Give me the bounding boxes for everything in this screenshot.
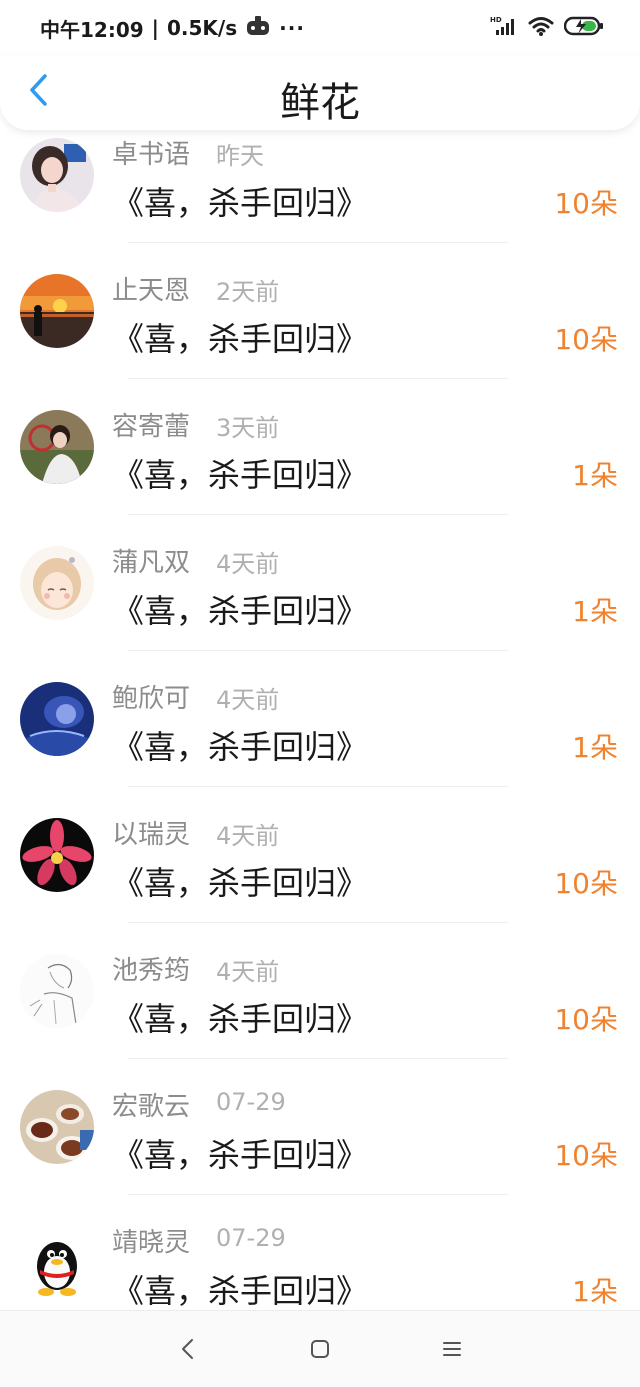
flower-count: 10朵: [554, 1003, 618, 1036]
user-name: 容寄蕾: [112, 412, 191, 442]
user-name: 止天恩: [112, 276, 191, 306]
list-item[interactable]: 池秀筠 4天前 《喜，杀手回归》 10朵: [0, 946, 640, 1082]
divider: [128, 786, 508, 787]
avatar[interactable]: [20, 410, 94, 484]
list-item[interactable]: 容寄蕾 3天前 《喜，杀手回归》 1朵: [0, 402, 640, 538]
user-name: 靖晓灵: [112, 1228, 191, 1258]
flower-count: 10朵: [554, 187, 618, 220]
battery-icon: [563, 15, 604, 41]
time-label: 4天前: [216, 958, 280, 986]
list-item[interactable]: 蒲凡双 4天前 《喜，杀手回归》 1朵: [0, 538, 640, 674]
list-item[interactable]: 宏歌云 07-29 《喜，杀手回归》 10朵: [0, 1082, 640, 1218]
avatar[interactable]: [20, 138, 94, 212]
list-item[interactable]: 鲍欣可 4天前 《喜，杀手回归》 1朵: [0, 674, 640, 810]
flower-count: 10朵: [554, 867, 618, 900]
time-label: 3天前: [216, 414, 280, 442]
user-name: 卓书语: [112, 140, 191, 170]
more-notifications: ···: [279, 16, 305, 40]
nav-menu-button[interactable]: [434, 1333, 470, 1369]
status-right: HD: [490, 15, 604, 41]
book-title[interactable]: 《喜，杀手回归》: [112, 314, 368, 360]
avatar[interactable]: [20, 546, 94, 620]
time-label: 07-29: [216, 1224, 286, 1252]
divider: [128, 922, 508, 923]
nav-home-icon: [309, 1338, 331, 1364]
divider: [128, 514, 508, 515]
flower-count: 1朵: [572, 595, 618, 628]
nav-menu-icon: [441, 1338, 463, 1364]
book-title[interactable]: 《喜，杀手回归》: [112, 722, 368, 768]
divider: [128, 1058, 508, 1059]
book-title[interactable]: 《喜，杀手回归》: [112, 178, 368, 224]
book-title[interactable]: 《喜，杀手回归》: [112, 1266, 368, 1312]
divider: [128, 1194, 508, 1195]
list-item[interactable]: 止天恩 2天前 《喜，杀手回归》 10朵: [0, 266, 640, 402]
flower-count: 1朵: [572, 1275, 618, 1308]
page-title: 鲜花: [280, 80, 360, 126]
divider: [128, 242, 508, 243]
user-name: 宏歌云: [112, 1092, 191, 1122]
time-label: 4天前: [216, 550, 280, 578]
status-bar: 中午12:09 | 0.5K/s ··· HD: [0, 0, 640, 56]
divider: [128, 378, 508, 379]
time-label: 2天前: [216, 278, 280, 306]
book-title[interactable]: 《喜，杀手回归》: [112, 1130, 368, 1176]
time-label: 昨天: [216, 142, 264, 170]
flower-count: 1朵: [572, 459, 618, 492]
avatar[interactable]: [20, 274, 94, 348]
nav-back-button[interactable]: [170, 1333, 206, 1369]
network-speed: 0.5K/s: [166, 16, 238, 40]
avatar[interactable]: [20, 1226, 94, 1300]
status-separator: |: [151, 16, 159, 40]
hd-label: HD: [490, 16, 502, 24]
nav-home-button[interactable]: [302, 1333, 338, 1369]
list-item[interactable]: 卓书语 昨天 《喜，杀手回归》 10朵: [0, 130, 640, 266]
avatar[interactable]: [20, 954, 94, 1028]
list-item[interactable]: 以瑞灵 4天前 《喜，杀手回归》 10朵: [0, 810, 640, 946]
time-label: 4天前: [216, 822, 280, 850]
avatar[interactable]: [20, 682, 94, 756]
time-label: 07-29: [216, 1088, 286, 1116]
status-left: 中午12:09 | 0.5K/s ···: [40, 14, 305, 43]
book-title[interactable]: 《喜，杀手回归》: [112, 450, 368, 496]
avatar[interactable]: [20, 818, 94, 892]
header: 鲜花: [0, 56, 640, 130]
flower-count: 10朵: [554, 323, 618, 356]
book-title[interactable]: 《喜，杀手回归》: [112, 858, 368, 904]
avatar[interactable]: [20, 1090, 94, 1164]
status-time: 中午12:09: [40, 17, 144, 42]
flower-count: 1朵: [572, 731, 618, 764]
user-name: 鲍欣可: [112, 684, 191, 714]
book-title[interactable]: 《喜，杀手回归》: [112, 994, 368, 1040]
time-label: 4天前: [216, 686, 280, 714]
flower-count: 10朵: [554, 1139, 618, 1172]
user-name: 蒲凡双: [112, 548, 191, 578]
nav-back-icon: [178, 1337, 198, 1365]
user-name: 池秀筠: [112, 956, 191, 986]
book-title[interactable]: 《喜，杀手回归》: [112, 586, 368, 632]
divider: [128, 650, 508, 651]
wifi-icon: [528, 15, 554, 41]
user-name: 以瑞灵: [112, 820, 191, 850]
system-nav-bar: [0, 1310, 640, 1387]
signal-icon: HD: [490, 15, 518, 41]
game-controller-icon: [245, 15, 271, 41]
